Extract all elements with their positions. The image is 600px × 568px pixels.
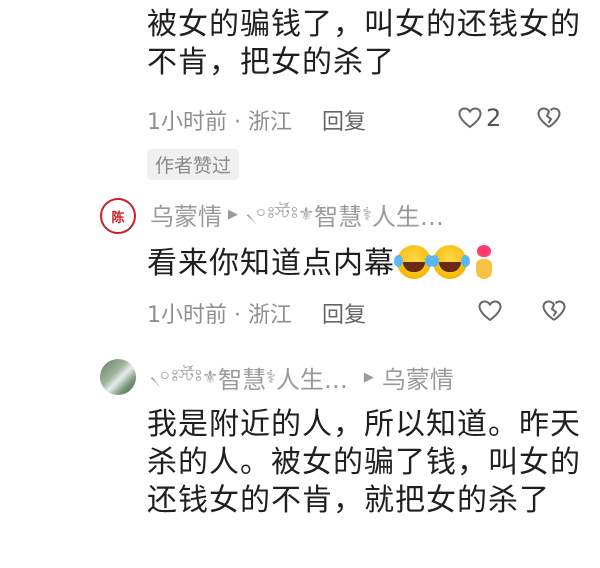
username-link[interactable]: 智慧 <box>218 360 266 395</box>
rofl-emoji-icon <box>394 245 431 279</box>
reply-to-prefix: ৲০ঃৰ্স্টঃ <box>246 203 299 223</box>
reply-text-row: 看来你知道点内幕 <box>147 245 587 283</box>
decoration-icon: ⚕ <box>362 203 372 225</box>
like-count: 2 <box>486 104 502 132</box>
reply-button[interactable]: 回复 <box>322 104 366 136</box>
comment-meta: 1小时前 · 浙江 回复 <box>147 105 366 135</box>
username-link[interactable]: 乌蒙情 <box>150 197 222 232</box>
username-prefix: ৲০ঃৰ্স্টঃ <box>150 366 203 386</box>
reply-to-suffix: 人生… <box>371 202 444 231</box>
triangle-right-icon: ▶ <box>363 369 374 385</box>
dislike-button[interactable] <box>542 300 566 322</box>
finger-heart-emoji-icon <box>471 245 497 279</box>
reply-actions <box>478 300 566 322</box>
reply-header: 乌蒙情 ▶ ৲০ঃৰ্স্টঃ ⚜ 智慧 ⚕ 人生… <box>150 197 444 232</box>
comment-time-location: 1小时前 · 浙江 <box>147 110 292 135</box>
author-liked-badge: 作者赞过 <box>147 149 240 180</box>
username-suffix: 人生… <box>275 365 348 394</box>
reply-to-name[interactable]: 智慧 <box>314 197 362 232</box>
decoration-icon: ⚜ <box>297 203 315 225</box>
comment-text: 被女的骗钱了，叫女的还钱女的不肯，把女的杀了 <box>147 7 581 80</box>
reply-time-location: 1小时前 · 浙江 <box>147 303 292 328</box>
broken-heart-icon <box>537 107 561 128</box>
rofl-emoji-icon <box>430 245 467 279</box>
heart-outline-icon <box>478 300 502 322</box>
like-button[interactable] <box>478 300 502 322</box>
reply-text: 我是附近的人，所以知道。昨天杀的人。被女的骗了钱，叫女的还钱女的不肯，就把女的杀… <box>147 407 581 518</box>
reply-meta: 1小时前 · 浙江 回复 <box>147 298 366 328</box>
avatar[interactable] <box>100 359 136 395</box>
avatar-text: 陈 <box>111 210 125 226</box>
triangle-right-icon: ▶ <box>228 206 238 222</box>
like-button[interactable]: 2 <box>458 104 501 132</box>
broken-heart-icon <box>542 300 566 321</box>
heart-outline-icon <box>458 107 482 129</box>
dislike-button[interactable] <box>537 107 561 129</box>
reply-to-user[interactable]: 乌蒙情 <box>382 360 454 395</box>
reply-button[interactable]: 回复 <box>322 297 366 329</box>
reply-header: ৲০ঃৰ্স্টঃ ⚜ 智慧 ⚕ 人生… ▶ 乌蒙情 <box>150 360 454 395</box>
comment-actions: 2 <box>458 104 561 132</box>
avatar[interactable]: 陈 <box>100 198 136 234</box>
reply-text: 看来你知道点内幕 <box>147 246 395 281</box>
decoration-icon: ⚕ <box>266 366 276 388</box>
decoration-icon: ⚜ <box>201 366 219 388</box>
